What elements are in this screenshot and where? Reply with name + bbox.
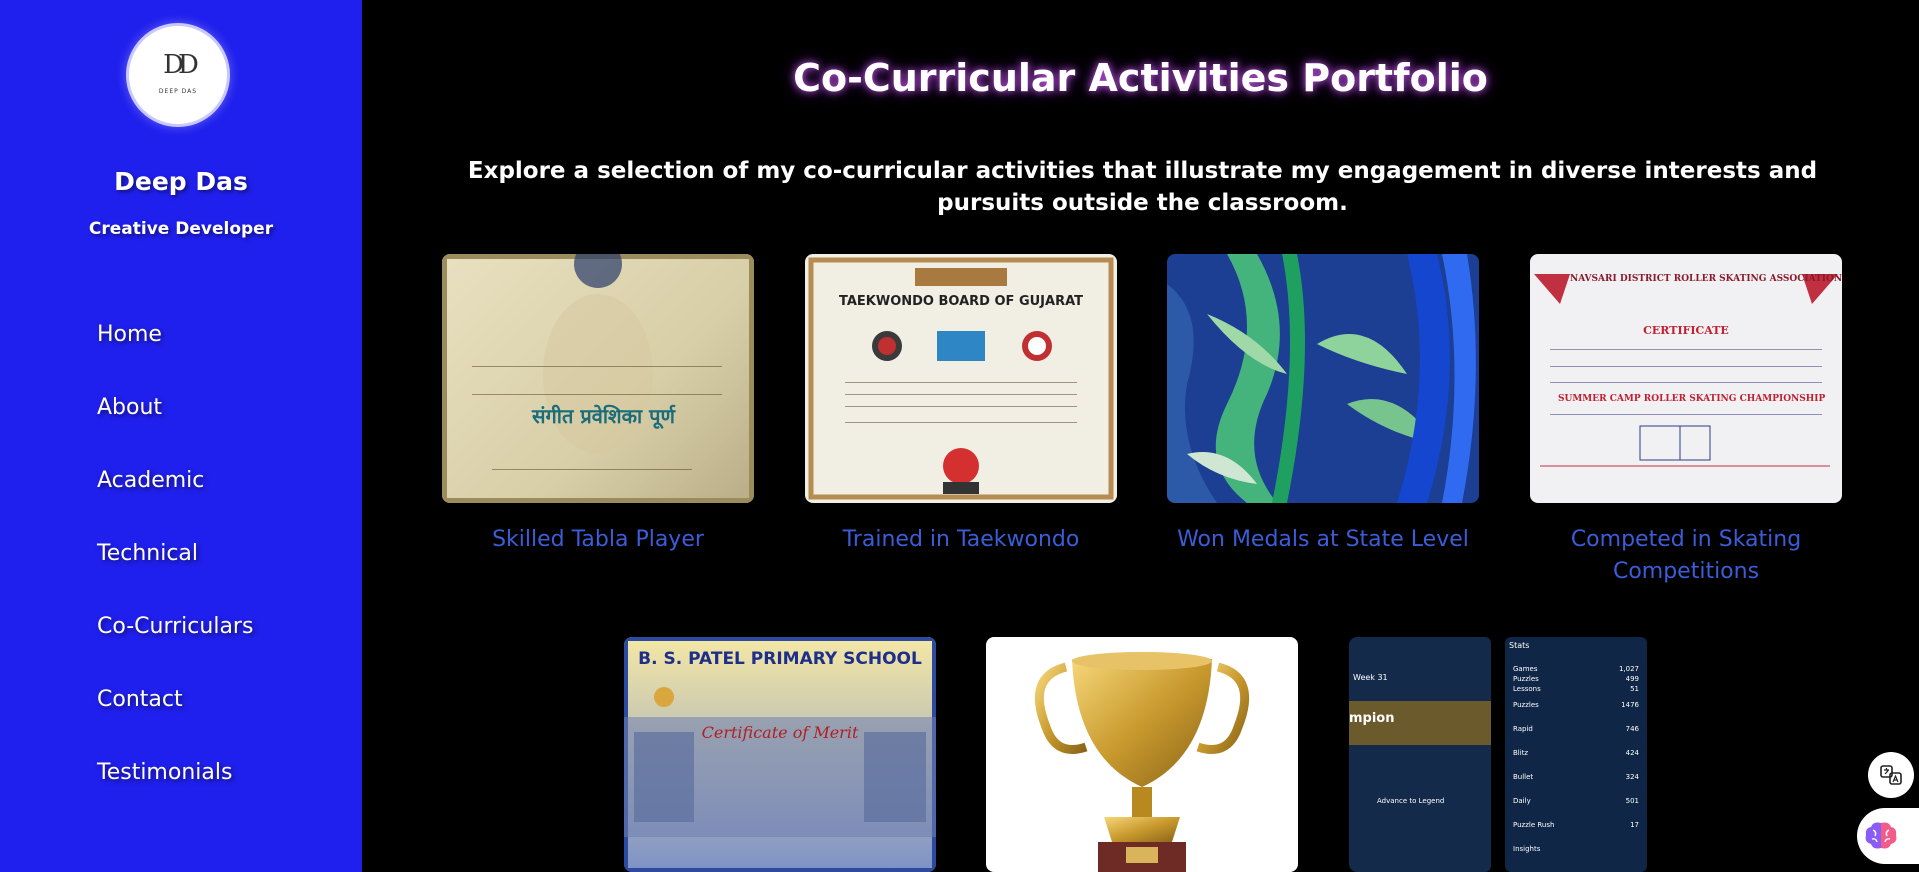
sidebar-nav: Home About Academic Technical Co-Curricu…	[97, 322, 253, 833]
page-intro: Explore a selection of my co-curricular …	[467, 158, 1818, 216]
chess-stats-title: Stats	[1509, 641, 1530, 650]
tabla-certificate-image[interactable]: संगीत प्रवेशिका पूर्ण	[442, 254, 754, 503]
brain-icon	[1865, 822, 1897, 849]
nav-academic[interactable]: Academic	[97, 468, 204, 493]
translate-icon	[1880, 765, 1902, 785]
sidebar: DD DEEP DAS Deep Das Creative Developer …	[0, 0, 362, 872]
chess-stat-row: Puzzles 1476	[1513, 701, 1639, 709]
nav-home[interactable]: Home	[97, 322, 162, 347]
chess-stats-screenshot-image[interactable]: Week 31 mpion Advance to Legend Stats Ga…	[1349, 637, 1661, 872]
card-caption-skating: Competed in Skating Competitions	[1570, 527, 1802, 584]
nav-co-curriculars[interactable]: Co-Curriculars	[97, 614, 253, 639]
tabla-certificate-title: संगीत प्रवेशिका पूर्ण	[532, 404, 675, 428]
logo-name: DEEP DAS	[158, 88, 198, 95]
chess-stats-list: Games 1,027 Puzzles 499 Lessons 51 Puzzles 1…	[1513, 665, 1639, 857]
school-certificate-title: B. S. PATEL PRIMARY SCHOOL	[638, 649, 922, 669]
chess-stat-row: Blitz 424	[1513, 749, 1639, 757]
skating-certificate-subtitle: CERTIFICATE	[1643, 324, 1729, 337]
nav-about[interactable]: About	[97, 395, 162, 420]
chess-stats-panel: Stats Games 1,027 Puzzles 499 Lessons 51 Pu…	[1505, 637, 1647, 872]
nav-technical[interactable]: Technical	[97, 541, 198, 566]
taekwondo-certificate-image[interactable]: TAEKWONDO BOARD OF GUJARAT	[805, 254, 1117, 503]
medals-photo-image[interactable]	[1167, 254, 1479, 503]
chess-stat-row: Lessons 51	[1513, 685, 1639, 693]
chess-stat-row: Puzzle Rush 17	[1513, 821, 1639, 829]
skating-certificate-image[interactable]: NAVSARI DISTRICT ROLLER SKATING ASSOCIAT…	[1530, 254, 1842, 503]
skating-certificate-title: NAVSARI DISTRICT ROLLER SKATING ASSOCIAT…	[1570, 274, 1842, 284]
school-merit-certificate-image[interactable]: B. S. PATEL PRIMARY SCHOOL Certificate o…	[624, 637, 936, 872]
card-caption-taekwondo: Trained in Taekwondo	[842, 527, 1080, 552]
chess-stat-row: Rapid 746	[1513, 725, 1639, 733]
chess-left-panel: Week 31 mpion Advance to Legend	[1349, 637, 1491, 872]
ai-assistant-button[interactable]	[1857, 808, 1919, 864]
chess-stat-row: Puzzles 499	[1513, 675, 1639, 683]
skating-certificate-event: SUMMER CAMP ROLLER SKATING CHAMPIONSHIP	[1558, 394, 1826, 404]
chess-week-label: Week 31	[1353, 673, 1388, 682]
chess-stat-row: Games 1,027	[1513, 665, 1639, 673]
chess-banner: mpion	[1349, 711, 1395, 726]
translate-button[interactable]	[1868, 752, 1914, 798]
chess-stat-row: Bullet 324	[1513, 773, 1639, 781]
profile-logo[interactable]: DD DEEP DAS	[126, 23, 230, 127]
nav-testimonials[interactable]: Testimonials	[97, 760, 232, 785]
nav-contact[interactable]: Contact	[97, 687, 183, 712]
school-certificate-subtitle: Certificate of Merit	[701, 723, 859, 742]
chess-stat-row: Daily 501	[1513, 797, 1639, 805]
trophy-photo-image[interactable]	[986, 637, 1298, 872]
profile-role: Creative Developer	[88, 219, 274, 239]
page-title: Co-Curricular Activities Portfolio	[793, 56, 1488, 100]
profile-name: Deep Das	[114, 167, 248, 196]
chess-stat-row: Insights	[1513, 845, 1541, 853]
chess-banner-sub: Advance to Legend	[1377, 797, 1445, 805]
logo-monogram: DD	[163, 50, 199, 80]
taekwondo-certificate-title: TAEKWONDO BOARD OF GUJARAT	[838, 294, 1084, 309]
card-caption-medals: Won Medals at State Level	[1177, 527, 1469, 552]
card-caption-tabla: Skilled Tabla Player	[492, 527, 704, 552]
